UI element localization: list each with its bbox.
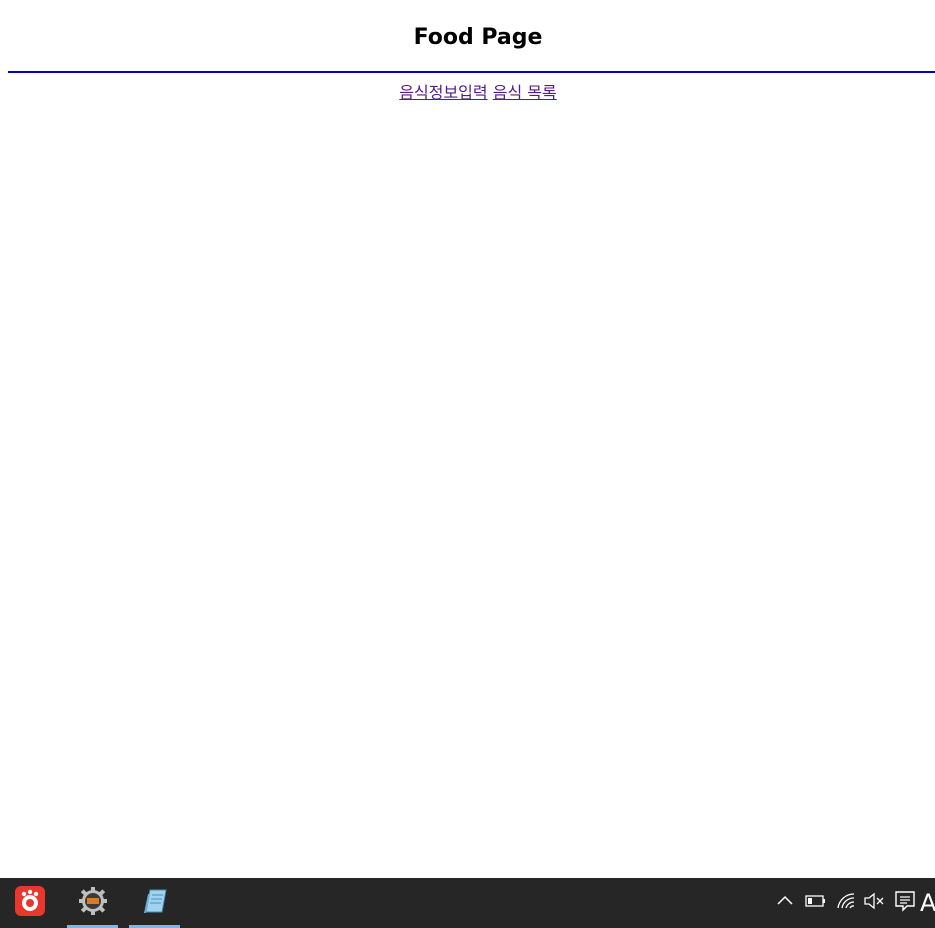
taskbar-app-red[interactable]	[8, 878, 52, 928]
wifi-icon	[836, 892, 856, 914]
volume-muted-icon	[863, 892, 885, 914]
nav-links: 음식정보입력 음식 목록	[0, 82, 935, 104]
network-button[interactable]	[833, 878, 859, 928]
food-info-input-link[interactable]: 음식정보입력	[399, 83, 487, 102]
red-app-icon	[15, 886, 45, 920]
taskbar-app-gear[interactable]	[67, 878, 118, 928]
battery-button[interactable]	[802, 878, 830, 928]
battery-icon	[805, 893, 827, 913]
input-indicator-label: A	[920, 889, 935, 917]
browser-page: Food Page 음식정보입력 음식 목록	[0, 0, 935, 878]
action-center-button[interactable]	[891, 878, 919, 928]
gear-tool-icon	[78, 886, 108, 920]
volume-button[interactable]	[861, 878, 887, 928]
notification-icon	[894, 890, 916, 916]
food-list-link[interactable]: 음식 목록	[493, 83, 557, 102]
notepad-icon	[140, 886, 170, 920]
chevron-up-icon	[776, 892, 794, 914]
input-indicator[interactable]: A	[920, 878, 935, 928]
taskbar: A	[0, 878, 935, 928]
taskbar-app-notepad[interactable]	[129, 878, 180, 928]
page-title: Food Page	[413, 25, 543, 50]
horizontal-rule	[8, 71, 935, 73]
show-hidden-icons-button[interactable]	[772, 878, 798, 928]
